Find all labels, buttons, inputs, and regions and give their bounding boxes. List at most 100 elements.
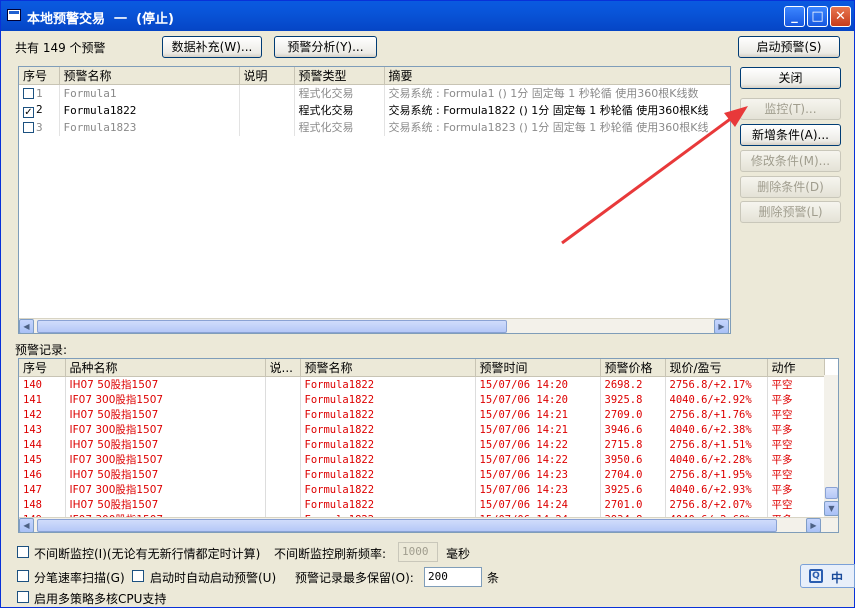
scroll-left-icon[interactable]: ◀	[19, 518, 34, 532]
refresh-rate-label: 不间断监控刷新频率:	[274, 547, 387, 561]
alerts-horizontal-scrollbar[interactable]: ◀ ▶	[19, 318, 730, 333]
continuous-monitor-checkbox[interactable]	[17, 546, 29, 558]
record-time: 15/07/06 14:24	[475, 497, 601, 512]
record-row[interactable]: 143 IF07 300股指1507 Formula1822 15/07/06 14:…	[19, 422, 825, 437]
scroll-right-icon[interactable]: ▶	[714, 319, 729, 333]
records-vertical-scrollbar[interactable]: ▼	[824, 375, 838, 517]
alert-checkbox[interactable]	[23, 87, 34, 99]
tick-scan-checkbox[interactable]	[17, 570, 29, 582]
minimize-icon[interactable]: _	[784, 6, 805, 27]
record-row[interactable]: 147 IF07 300股指1507 Formula1822 15/07/06 14:…	[19, 482, 825, 497]
scroll-left-icon[interactable]: ◀	[19, 319, 34, 333]
record-time: 15/07/06 14:20	[475, 376, 601, 392]
record-current-pl: 2756.8/+1.51%	[665, 437, 768, 452]
alert-summary: 交易系统 : Formula1822 () 1分 固定每 1 秒轮循 使用360…	[384, 101, 730, 119]
col-header-name[interactable]: 预警名称	[59, 67, 240, 85]
record-time: 15/07/06 14:20	[475, 392, 601, 407]
rec-header-index[interactable]: 序号	[19, 359, 66, 377]
maximize-icon[interactable]: □	[807, 6, 828, 27]
record-desc	[265, 497, 301, 512]
start-alert-button[interactable]: 启动预警(S)	[738, 36, 840, 58]
ime-icon[interactable]: Q	[809, 569, 823, 583]
record-action: 平空	[767, 467, 825, 482]
record-desc	[265, 437, 301, 452]
record-index: 148	[19, 497, 66, 512]
max-records-input[interactable]: 200	[424, 567, 482, 587]
record-action: 平多	[767, 422, 825, 437]
record-symbol: IH07 50股指1507	[65, 497, 266, 512]
record-action: 平空	[767, 407, 825, 422]
record-row[interactable]: 148 IH07 50股指1507 Formula1822 15/07/06 14:2…	[19, 497, 825, 512]
add-condition-button[interactable]: 新增条件(A)...	[740, 124, 841, 146]
record-current-pl: 2756.8/+1.76%	[665, 407, 768, 422]
col-header-summary[interactable]: 摘要	[384, 67, 730, 85]
record-symbol: IH07 50股指1507	[65, 407, 266, 422]
record-current-pl: 2756.8/+1.95%	[665, 467, 768, 482]
alert-row[interactable]: 1 Formula1 程式化交易 交易系统 : Formula1 () 1分 固…	[19, 84, 730, 102]
record-alert-name: Formula1822	[300, 392, 476, 407]
record-index: 146	[19, 467, 66, 482]
scroll-down-icon[interactable]: ▼	[824, 501, 838, 516]
record-symbol: IF07 300股指1507	[65, 452, 266, 467]
vscroll-thumb[interactable]	[825, 487, 838, 499]
record-price: 3946.6	[600, 422, 666, 437]
record-alert-name: Formula1822	[300, 407, 476, 422]
record-time: 15/07/06 14:23	[475, 467, 601, 482]
scroll-thumb[interactable]	[37, 320, 507, 333]
ime-toolbar[interactable]: Q 中	[800, 564, 855, 588]
scroll-right-icon[interactable]: ▶	[806, 518, 821, 532]
monitor-button[interactable]: 监控(T)...	[740, 98, 841, 120]
data-supplement-button[interactable]: 数据补充(W)...	[162, 36, 262, 58]
multi-cpu-checkbox[interactable]	[17, 591, 29, 603]
record-desc	[265, 376, 301, 392]
alert-row[interactable]: ✓ 2 Formula1822 程式化交易 交易系统 : Formula1822 …	[19, 101, 730, 119]
tick-scan-label: 分笔速率扫描(G)	[34, 571, 125, 585]
alert-name: Formula1822	[59, 101, 240, 119]
record-symbol: IF07 300股指1507	[65, 392, 266, 407]
rec-header-name[interactable]: 预警名称	[300, 359, 476, 377]
alert-analysis-button[interactable]: 预警分析(Y)...	[274, 36, 377, 58]
alert-summary: 交易系统 : Formula1 () 1分 固定每 1 秒轮循 使用360根K线…	[384, 84, 730, 102]
rec-header-current[interactable]: 现价/盈亏	[665, 359, 768, 377]
refresh-unit-label: 毫秒	[446, 547, 471, 561]
auto-start-label: 启动时自动启动预警(U)	[150, 571, 277, 585]
delete-condition-button[interactable]: 删除条件(D)	[740, 176, 841, 198]
modify-condition-button[interactable]: 修改条件(M)...	[740, 150, 841, 172]
alert-checkbox[interactable]	[23, 121, 34, 133]
rec-header-price[interactable]: 预警价格	[600, 359, 666, 377]
close-button[interactable]: 关闭	[740, 67, 841, 89]
close-window-icon[interactable]: ✕	[830, 6, 851, 27]
record-row[interactable]: 141 IF07 300股指1507 Formula1822 15/07/06 14:…	[19, 392, 825, 407]
scroll-thumb[interactable]	[37, 519, 777, 532]
records-horizontal-scrollbar[interactable]: ◀ ▶	[19, 517, 838, 532]
records-table: 序号 品种名称 说... 预警名称 预警时间 预警价格 现价/盈亏 动作 140…	[18, 358, 839, 533]
record-price: 2704.0	[600, 467, 666, 482]
rec-header-desc[interactable]: 说...	[265, 359, 301, 377]
record-row[interactable]: 144 IH07 50股指1507 Formula1822 15/07/06 14:2…	[19, 437, 825, 452]
rec-header-action[interactable]: 动作	[767, 359, 825, 377]
alert-type: 程式化交易	[294, 118, 385, 136]
title-bar[interactable]: 本地预警交易 一 (停止) _ □ ✕	[1, 1, 854, 31]
col-header-desc[interactable]: 说明	[239, 67, 295, 85]
refresh-rate-input[interactable]: 1000	[398, 542, 438, 562]
record-index: 142	[19, 407, 66, 422]
records-table-header: 序号 品种名称 说... 预警名称 预警时间 预警价格 现价/盈亏 动作	[19, 359, 825, 377]
col-header-type[interactable]: 预警类型	[294, 67, 385, 85]
record-index: 144	[19, 437, 66, 452]
record-action: 平多	[767, 392, 825, 407]
alert-desc	[239, 101, 295, 119]
record-alert-name: Formula1822	[300, 497, 476, 512]
record-index: 143	[19, 422, 66, 437]
record-row[interactable]: 146 IH07 50股指1507 Formula1822 15/07/06 14:2…	[19, 467, 825, 482]
alert-window: 本地预警交易 一 (停止) _ □ ✕ 共有 149 个预警 数据补充(W)..…	[0, 0, 855, 608]
record-row[interactable]: 142 IH07 50股指1507 Formula1822 15/07/06 14:2…	[19, 407, 825, 422]
record-row[interactable]: 145 IF07 300股指1507 Formula1822 15/07/06 14:…	[19, 452, 825, 467]
rec-header-symbol[interactable]: 品种名称	[65, 359, 266, 377]
col-header-index[interactable]: 序号	[19, 67, 60, 85]
auto-start-checkbox[interactable]	[132, 570, 144, 582]
alert-row[interactable]: 3 Formula1823 程式化交易 交易系统 : Formula1823 (…	[19, 118, 730, 136]
delete-alert-button[interactable]: 删除预警(L)	[740, 201, 841, 223]
record-row[interactable]: 140 IH07 50股指1507 Formula1822 15/07/06 14:2…	[19, 376, 825, 392]
rec-header-time[interactable]: 预警时间	[475, 359, 601, 377]
alert-checkbox[interactable]: ✓	[23, 106, 34, 118]
